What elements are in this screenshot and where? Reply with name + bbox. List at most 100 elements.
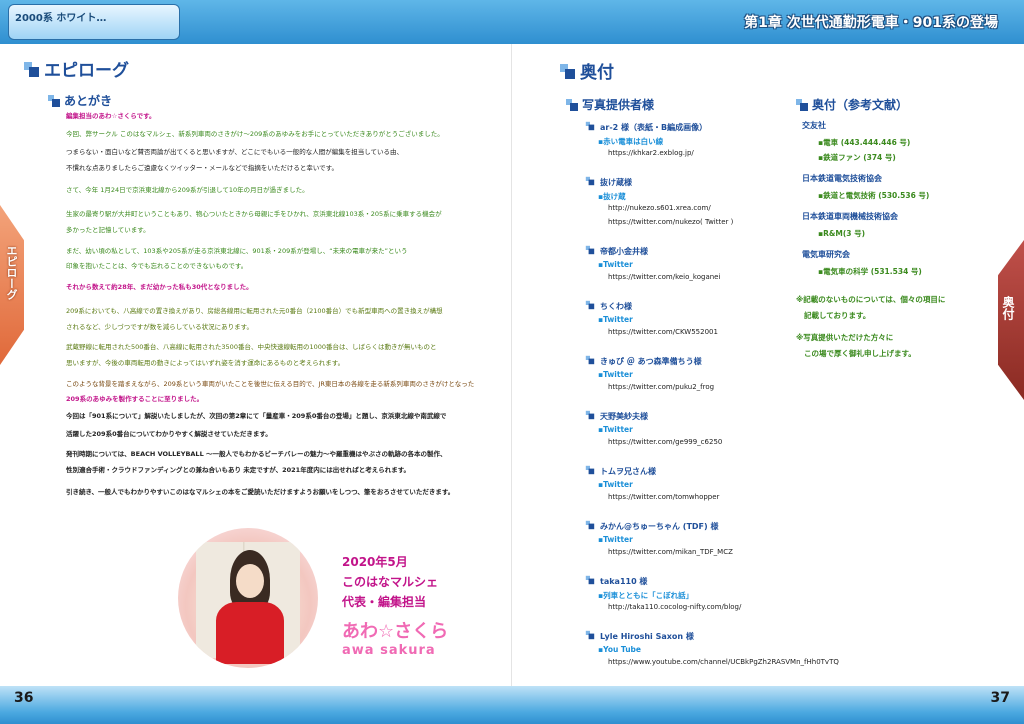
credit-name: 天野美紗夫様: [584, 409, 648, 422]
afterword-line: つまらない・面白いなど賛否両論が出てくると思いますが、どこにでもいる一般的な人間…: [66, 148, 404, 156]
credit-url: https://twitter.com/puku2_frog: [608, 383, 715, 391]
book-spread: { "header":{"logo":"2000系 ホワイト…","chapte…: [0, 0, 1024, 724]
afterword-line: 多かったと記憶しています。: [66, 226, 150, 234]
afterword-line: 引き続き、一般人でもわかりやすいこのはなマルシェの本をご愛読いただけますようお願…: [66, 488, 455, 496]
bullet-square-icon: [585, 355, 595, 365]
credit-url: https://twitter.com/keio_koganei: [608, 273, 721, 281]
bullet-square-icon: [585, 121, 595, 131]
colophon-heading: 奥付: [560, 58, 614, 83]
afterword-line: 今回、弊サークル このはなマルシェ、新系列車両のさきがけ～209系のあゆみをお手…: [66, 130, 444, 138]
afterword-line: まだ、幼い頃の私として、103系や205系が走る京浜東北線に、901系・209系…: [66, 247, 408, 255]
afterword-line: 思いますが、今後の車両転用の動きによってはいずれ姿を消す運命にあるものと考えられ…: [66, 359, 345, 367]
reference-publisher: 日本鉄道車両機械技術協会: [802, 212, 898, 221]
afterword-line: 活躍した209系0番台についてわかりやすく解説させていただきます。: [66, 430, 272, 438]
photo-face: [236, 564, 264, 598]
left-side-tab-label: エピローグ: [5, 245, 18, 300]
afterword-line: 武蔵野線に転用された500番台、八高線に転用された3500番台、中央快速線転用の…: [66, 343, 437, 351]
photo-kimono: [216, 602, 284, 664]
page-number-left: 36: [14, 690, 34, 706]
colophon-note: この場で厚く御礼申し上げます。: [804, 349, 916, 358]
reference-item: ▪鉄道ファン (374 号): [818, 153, 896, 162]
credit-source: ▪Twitter: [598, 315, 633, 324]
credit-source: ▪赤い電車は白い線: [598, 137, 664, 146]
colophon-note: 記載しております。: [804, 311, 871, 320]
credit-url: https://twitter.com/tomwhopper: [608, 493, 720, 501]
credit-name-text: Lyle Hiroshi Saxon 様: [600, 632, 694, 641]
reference-publisher: 電気車研究会: [802, 250, 850, 259]
bullet-square-icon: [585, 465, 595, 475]
credit-url: https://twitter.com/mikan_TDF_MCZ: [608, 548, 733, 556]
credit-name: 帝都小金井様: [584, 244, 648, 257]
heading-square-icon: [796, 99, 808, 111]
afterword-line: されるなど、少しづつですが数を減らしている状況にあります。: [66, 323, 253, 331]
credit-name: Lyle Hiroshi Saxon 様: [584, 629, 694, 642]
credit-name-text: みかん@ちゅーちゃん (TDF) 様: [600, 522, 719, 531]
reference-item: ▪電車 (443.444.446 号): [818, 138, 911, 147]
afterword-line: 編集担当のあわ☆さくらです。: [66, 112, 156, 120]
credit-source: ▪Twitter: [598, 425, 633, 434]
bottom-banner: [0, 686, 1024, 724]
colophon-title: 奥付: [580, 63, 614, 83]
series-logo: 2000系 ホワイト…: [8, 4, 180, 40]
credit-name: 抜け蔵様: [584, 175, 632, 188]
afterword-title: あとがき: [64, 94, 113, 108]
signature-name-jp: あわ☆さくら: [342, 621, 449, 642]
credit-name-text: taka110 様: [600, 577, 648, 586]
credit-url: http://nukezo.s601.xrea.com/: [608, 204, 711, 212]
credit-url: http://taka110.cocolog-nifty.com/blog/: [608, 603, 742, 611]
chapter-title: 第1章 次世代通勤形電車・901系の登場: [744, 15, 998, 31]
reference-publisher: 交友社: [802, 121, 826, 130]
credit-url: https://khkar2.exblog.jp/: [608, 149, 694, 157]
bullet-square-icon: [585, 520, 595, 530]
credit-name-text: トムヲ兄さん様: [600, 467, 656, 476]
signature-name-en: awa sakura: [342, 643, 436, 658]
credit-name-text: きゅぴ ＠ あつ森準備ちう様: [600, 357, 702, 366]
bullet-square-icon: [585, 575, 595, 585]
heading-square-icon: [48, 95, 60, 107]
reference-publisher: 日本鉄道電気技術協会: [802, 174, 882, 183]
credit-name-text: 天野美紗夫様: [600, 412, 648, 421]
bullet-square-icon: [585, 630, 595, 640]
afterword-line: 209系においても、八高線での置き換えがあり、房総各線用に転用された元0番台（2…: [66, 307, 443, 315]
page-number-right: 37: [990, 690, 1010, 706]
afterword-heading: あとがき: [48, 92, 112, 109]
signature-circle: このはなマルシェ: [342, 575, 439, 589]
bullet-square-icon: [585, 245, 595, 255]
credit-source: ▪You Tube: [598, 645, 642, 654]
bullet-square-icon: [585, 300, 595, 310]
heading-square-icon: [24, 62, 40, 78]
credit-name-text: ar-2 様（表紙・B編成画像）: [600, 123, 708, 132]
afterword-line: 印象を抱いたことは、今でも忘れることのできないものです。: [66, 262, 248, 270]
author-photo: [178, 528, 318, 668]
credit-source: ▪Twitter: [598, 480, 633, 489]
afterword-line: 209系のあゆみを製作することに至りました。: [66, 395, 204, 403]
credit-name: トムヲ兄さん様: [584, 464, 656, 477]
photo-credits-title: 写真提供者様: [582, 98, 655, 112]
epilogue-heading: エピローグ: [24, 56, 129, 81]
credit-name: taka110 様: [584, 574, 647, 587]
heading-square-icon: [560, 64, 576, 80]
credit-name: ar-2 様（表紙・B編成画像）: [584, 120, 707, 133]
page-gutter: [511, 44, 512, 686]
credit-name-text: 抜け蔵様: [600, 178, 632, 187]
afterword-line: 発刊時期については、BEACH VOLLEYBALL ～一般人でもわかるビーチバ…: [66, 450, 447, 458]
reference-item: ▪電気車の科学 (531.534 号): [818, 267, 922, 276]
afterword-line: それから数えて約28年、まだ幼かった私も30代となりました。: [66, 283, 253, 291]
credit-source: ▪抜け蔵: [598, 192, 626, 201]
right-side-tab-label: 奥付: [1001, 296, 1015, 320]
afterword-line: 性別適合手術・クラウドファンディングとの兼ね合いもあり 未定ですが、2021年度…: [66, 466, 411, 474]
logo-text: 2000系 ホワイト…: [15, 13, 107, 24]
right-side-tab: [998, 240, 1024, 400]
afterword-line: このような背景を踏まえながら、209系という車両がいたことを後世に伝える目的で、…: [66, 380, 475, 388]
colophon-note: ※記載のないものについては、個々の項目に: [796, 295, 946, 304]
credit-url: https://twitter.com/nukezo( Twitter ): [608, 218, 734, 226]
signature-role: 代表・編集担当: [342, 595, 427, 609]
photo-credits-heading: 写真提供者様: [566, 96, 654, 113]
credit-name-text: ちくわ様: [600, 302, 632, 311]
credit-name: きゅぴ ＠ あつ森準備ちう様: [584, 354, 702, 367]
bullet-square-icon: [585, 176, 595, 186]
reference-item: ▪R&M(3 号): [818, 229, 866, 238]
credit-source: ▪Twitter: [598, 535, 633, 544]
credit-url: https://twitter.com/CKW552001: [608, 328, 718, 336]
credit-url: https://www.youtube.com/channel/UCBkPgZh…: [608, 658, 839, 666]
